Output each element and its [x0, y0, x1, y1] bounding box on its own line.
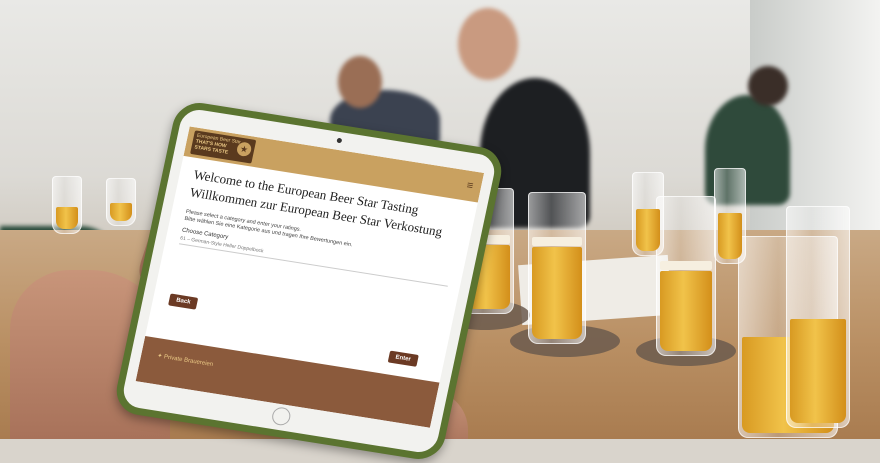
ipad-screen: European Beer Star THAT'S HOW STARS TAST…	[135, 126, 485, 428]
home-button[interactable]	[270, 406, 293, 427]
private-brauereien-logo: ✦ Private Brauereien	[156, 353, 214, 368]
hamburger-menu-icon[interactable]: ≡	[465, 180, 474, 193]
beer-glass	[786, 206, 850, 428]
ipad: European Beer Star THAT'S HOW STARS TAST…	[111, 99, 507, 463]
enter-button[interactable]: Enter	[387, 350, 419, 367]
beer-glass	[52, 176, 82, 234]
beer-glass	[632, 172, 664, 256]
person-right-head	[748, 66, 788, 106]
beer-glass	[714, 168, 746, 264]
person-left-head	[338, 56, 382, 108]
camera-dot	[336, 137, 343, 144]
beer-glass	[656, 196, 716, 356]
beer-glass	[528, 192, 586, 344]
back-button[interactable]: Back	[168, 293, 199, 310]
person-center-head	[458, 8, 518, 80]
beer-glass	[106, 178, 136, 226]
star-icon: ✦	[156, 353, 163, 360]
european-beer-star-logo[interactable]: European Beer Star THAT'S HOW STARS TAST…	[190, 130, 257, 164]
